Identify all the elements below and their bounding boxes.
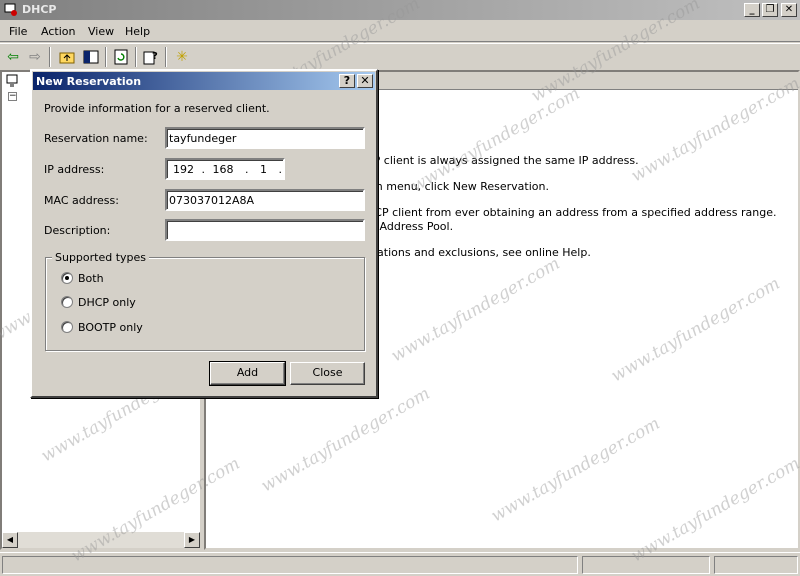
help-text-line: in Address Pool. — [366, 220, 454, 233]
toolbar: ⇦ ⇨ ? ✳ — [0, 43, 800, 69]
ip-address-label: IP address: — [44, 163, 105, 176]
ip-octet[interactable]: 168 — [213, 163, 234, 176]
dialog-title: New Reservation — [36, 75, 142, 88]
new-reservation-dialog: New Reservation ? ✕ Provide information … — [30, 69, 378, 398]
mac-address-label: MAC address: — [44, 194, 119, 207]
status-cell — [582, 556, 710, 574]
help-text-line: CP client is always assigned the same IP… — [366, 154, 639, 167]
dialog-title-bar[interactable]: New Reservation ? ✕ — [33, 72, 375, 90]
toolbar-separator — [135, 47, 137, 67]
forward-icon[interactable]: ⇨ — [24, 46, 46, 68]
help-button[interactable]: ? — [339, 74, 355, 88]
window-title-bar: DHCP _ ❐ ✕ — [0, 0, 800, 20]
ip-dot: . — [245, 163, 249, 176]
tree-expand-icon[interactable]: − — [8, 92, 17, 101]
status-cell — [714, 556, 798, 574]
properties-help-icon[interactable]: ? — [140, 46, 162, 68]
scroll-right-icon[interactable]: ▶ — [184, 532, 200, 548]
ip-octet[interactable]: 192 — [173, 163, 194, 176]
horizontal-scrollbar[interactable]: ◀ ▶ — [2, 532, 200, 548]
mac-address-field[interactable]: 073037012A8A — [165, 189, 365, 211]
dhcp-icon — [4, 3, 17, 16]
menu-file[interactable]: File — [9, 25, 27, 38]
description-label: Description: — [44, 224, 111, 237]
up-folder-icon[interactable] — [56, 46, 78, 68]
ip-address-field[interactable]: 192 . 168 . 1 . 66 — [165, 158, 285, 180]
minimize-button[interactable]: _ — [744, 3, 760, 17]
help-text-line: ion menu, click New Reservation. — [366, 180, 549, 193]
ip-dot: . — [278, 163, 283, 176]
toolbar-separator — [49, 47, 51, 67]
menu-bar: File Action View Help — [0, 20, 800, 42]
status-bar — [0, 552, 800, 576]
radio-selected-dot — [65, 276, 69, 280]
status-cell — [2, 556, 578, 574]
svg-text:?: ? — [152, 51, 158, 62]
radio-both[interactable] — [61, 272, 73, 284]
reservation-name-field[interactable]: tayfundeger — [165, 127, 365, 149]
back-icon[interactable]: ⇦ — [2, 46, 24, 68]
dialog-close-button[interactable]: ✕ — [357, 74, 373, 88]
radio-bootp-only-label[interactable]: BOOTP only — [78, 321, 143, 334]
add-button[interactable]: Add — [209, 361, 286, 386]
radio-both-label[interactable]: Both — [78, 272, 104, 285]
toolbar-separator — [105, 47, 107, 67]
restore-button[interactable]: ❐ — [762, 3, 778, 17]
toolbar-separator — [165, 47, 167, 67]
sparkle-icon[interactable]: ✳ — [171, 46, 193, 68]
close-window-button[interactable]: ✕ — [781, 3, 797, 17]
intro-text: Provide information for a reserved clien… — [44, 102, 270, 115]
help-text-line: rvations and exclusions, see online Help… — [366, 246, 591, 259]
dhcp-tree-icon[interactable] — [6, 74, 20, 88]
ip-octet[interactable]: 1 — [260, 163, 267, 176]
radio-bootp-only[interactable] — [61, 321, 73, 333]
scroll-left-icon[interactable]: ◀ — [2, 532, 18, 548]
radio-dhcp-only-label[interactable]: DHCP only — [78, 296, 136, 309]
description-field[interactable] — [165, 219, 365, 241]
menu-view[interactable]: View — [88, 25, 114, 38]
reservation-name-label: Reservation name: — [44, 132, 148, 145]
menu-action[interactable]: Action — [41, 25, 75, 38]
radio-dhcp-only[interactable] — [61, 296, 73, 308]
ip-dot: . — [201, 163, 206, 176]
menu-help[interactable]: Help — [125, 25, 150, 38]
show-hide-tree-icon[interactable] — [80, 46, 102, 68]
window-title: DHCP — [22, 3, 57, 16]
supported-types-label: Supported types — [52, 251, 150, 264]
refresh-icon[interactable] — [110, 46, 132, 68]
close-button[interactable]: Close — [290, 362, 365, 385]
help-text-line: HCP client from ever obtaining an addres… — [366, 206, 777, 219]
